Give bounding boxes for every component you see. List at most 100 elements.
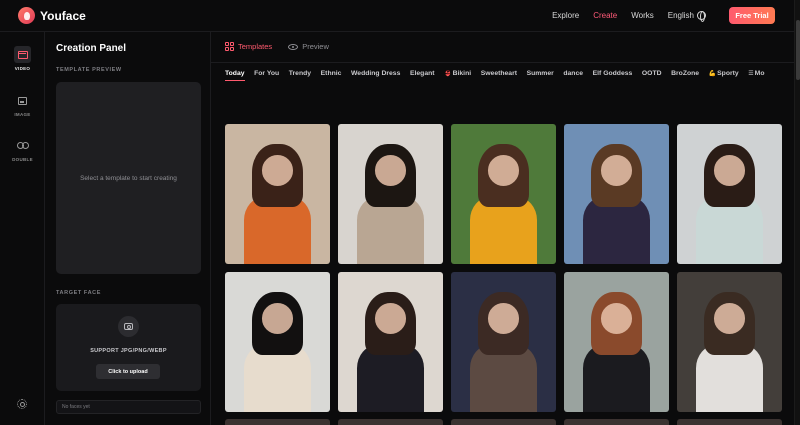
video-icon: [14, 46, 31, 63]
category-label: Elegant: [409, 70, 435, 77]
template-card-partial[interactable]: [338, 419, 443, 425]
category-tab-elf-goddess[interactable]: Elf Goddess: [593, 70, 633, 80]
view-tabs: Templates Preview: [225, 42, 329, 51]
category-tab-mo[interactable]: ☰Mo: [748, 70, 764, 80]
template-thumbnail-face: [713, 154, 746, 186]
template-grid-next-row: [225, 419, 782, 425]
template-card[interactable]: [564, 124, 669, 264]
nav-works[interactable]: Works: [631, 11, 654, 20]
tab-label: Templates: [238, 42, 273, 51]
template-thumbnail-body: [695, 196, 764, 264]
gear-icon[interactable]: [17, 399, 27, 409]
template-card-partial[interactable]: [451, 419, 556, 425]
tab-label: Preview: [302, 42, 329, 51]
template-card[interactable]: [677, 124, 782, 264]
category-tab-sporty[interactable]: 💪Sporty: [709, 70, 739, 80]
category-tab-elegant[interactable]: Elegant: [410, 70, 435, 80]
language-label: English: [667, 11, 694, 20]
panel-title: Creation Panel: [56, 43, 127, 54]
scrollbar-thumb[interactable]: [796, 20, 800, 80]
category-emoji-icon: ☰: [748, 71, 754, 77]
rail-item-image[interactable]: IMAGE: [0, 92, 45, 117]
preview-placeholder: Select a template to start creating: [80, 174, 177, 182]
template-thumbnail-body: [469, 196, 538, 264]
template-card[interactable]: [338, 124, 443, 264]
creation-panel: Creation Panel TEMPLATE PREVIEW Select a…: [45, 32, 211, 425]
template-card[interactable]: [225, 272, 330, 412]
rail-item-video[interactable]: VIDEO: [0, 46, 45, 71]
template-preview-area: Select a template to start creating: [56, 82, 201, 274]
language-selector[interactable]: English: [667, 11, 706, 22]
faces-list: No faces yet: [56, 400, 201, 414]
category-label: For You: [254, 70, 280, 77]
nav-explore[interactable]: Explore: [552, 11, 579, 20]
logo-icon[interactable]: [18, 7, 35, 24]
face-upload-dropzone[interactable]: SUPPORT JPG/PNG/WEBP Click to upload: [56, 304, 201, 391]
nav-create[interactable]: Create: [593, 11, 617, 20]
image-icon: [14, 92, 31, 109]
template-card[interactable]: [451, 272, 556, 412]
template-browser: Templates Preview Today For You Trendy Ethn…: [211, 32, 794, 425]
supported-formats-text: SUPPORT JPG/PNG/WEBP: [90, 348, 167, 354]
template-thumbnail-face: [261, 154, 294, 186]
template-card[interactable]: [677, 272, 782, 412]
template-thumbnail-body: [356, 344, 425, 412]
category-tab-trendy[interactable]: Trendy: [289, 70, 311, 80]
category-label: BroZone: [671, 70, 700, 77]
template-card-partial[interactable]: [564, 419, 669, 425]
upload-button[interactable]: Click to upload: [96, 364, 160, 379]
category-label: Ethnic: [320, 70, 342, 77]
category-tab-summer[interactable]: Summer: [527, 70, 554, 80]
double-icon: [14, 137, 31, 154]
category-label: Summer: [526, 70, 554, 77]
template-thumbnail-face: [600, 302, 633, 334]
category-label: Sporty: [717, 70, 739, 77]
category-tab-today[interactable]: Today: [225, 70, 245, 81]
template-thumbnail-face: [374, 302, 407, 334]
template-card[interactable]: [451, 124, 556, 264]
category-tabs: Today For You Trendy Ethnic Wedding Dress Ele…: [225, 70, 794, 84]
globe-icon: [697, 11, 706, 22]
template-thumbnail-body: [243, 344, 312, 412]
category-tab-brozone[interactable]: BroZone: [671, 70, 699, 80]
template-thumbnail-face: [261, 302, 294, 334]
template-thumbnail-body: [582, 196, 651, 264]
category-tab-for-you[interactable]: For You: [254, 70, 279, 80]
page-scrollbar[interactable]: [794, 0, 800, 425]
template-card-partial[interactable]: [677, 419, 782, 425]
eye-icon: [288, 43, 299, 50]
template-thumbnail-face: [487, 302, 520, 334]
top-bar: Youface Explore Create Works English Fre…: [0, 0, 800, 32]
rail-item-double[interactable]: DOUBLE: [0, 137, 45, 162]
category-emoji-icon: 💪: [708, 71, 717, 77]
category-label: Wedding Dress: [351, 70, 401, 77]
divider: [211, 62, 794, 63]
category-tab-ootd[interactable]: OOTD: [642, 70, 662, 80]
mode-rail: VIDEO IMAGE DOUBLE: [0, 32, 45, 425]
category-tab-ethnic[interactable]: Ethnic: [321, 70, 342, 80]
template-thumbnail-face: [713, 302, 746, 334]
template-card[interactable]: [225, 124, 330, 264]
top-nav: Explore Create Works English: [552, 11, 706, 22]
tab-templates[interactable]: Templates: [225, 42, 272, 51]
free-trial-button[interactable]: Free Trial: [729, 7, 775, 24]
tab-preview[interactable]: Preview: [288, 42, 329, 51]
category-tab-sweetheart[interactable]: Sweetheart: [481, 70, 517, 80]
template-card-partial[interactable]: [225, 419, 330, 425]
rail-item-label: VIDEO: [14, 66, 31, 71]
template-thumbnail-face: [374, 154, 407, 186]
template-thumbnail-body: [695, 344, 764, 412]
category-tab-wedding-dress[interactable]: Wedding Dress: [351, 70, 400, 80]
camera-icon: [118, 316, 139, 337]
category-tab-dance[interactable]: dance: [563, 70, 583, 80]
category-emoji-icon: 👙: [444, 71, 452, 77]
template-thumbnail-body: [356, 196, 425, 264]
template-thumbnail-body: [582, 344, 651, 412]
category-tab-bikini[interactable]: 👙Bikini: [444, 70, 471, 80]
category-label: Elf Goddess: [592, 70, 633, 77]
faces-status: No faces yet: [62, 404, 90, 410]
template-card[interactable]: [564, 272, 669, 412]
template-grid: [225, 124, 782, 412]
brand-name[interactable]: Youface: [40, 9, 86, 23]
template-card[interactable]: [338, 272, 443, 412]
